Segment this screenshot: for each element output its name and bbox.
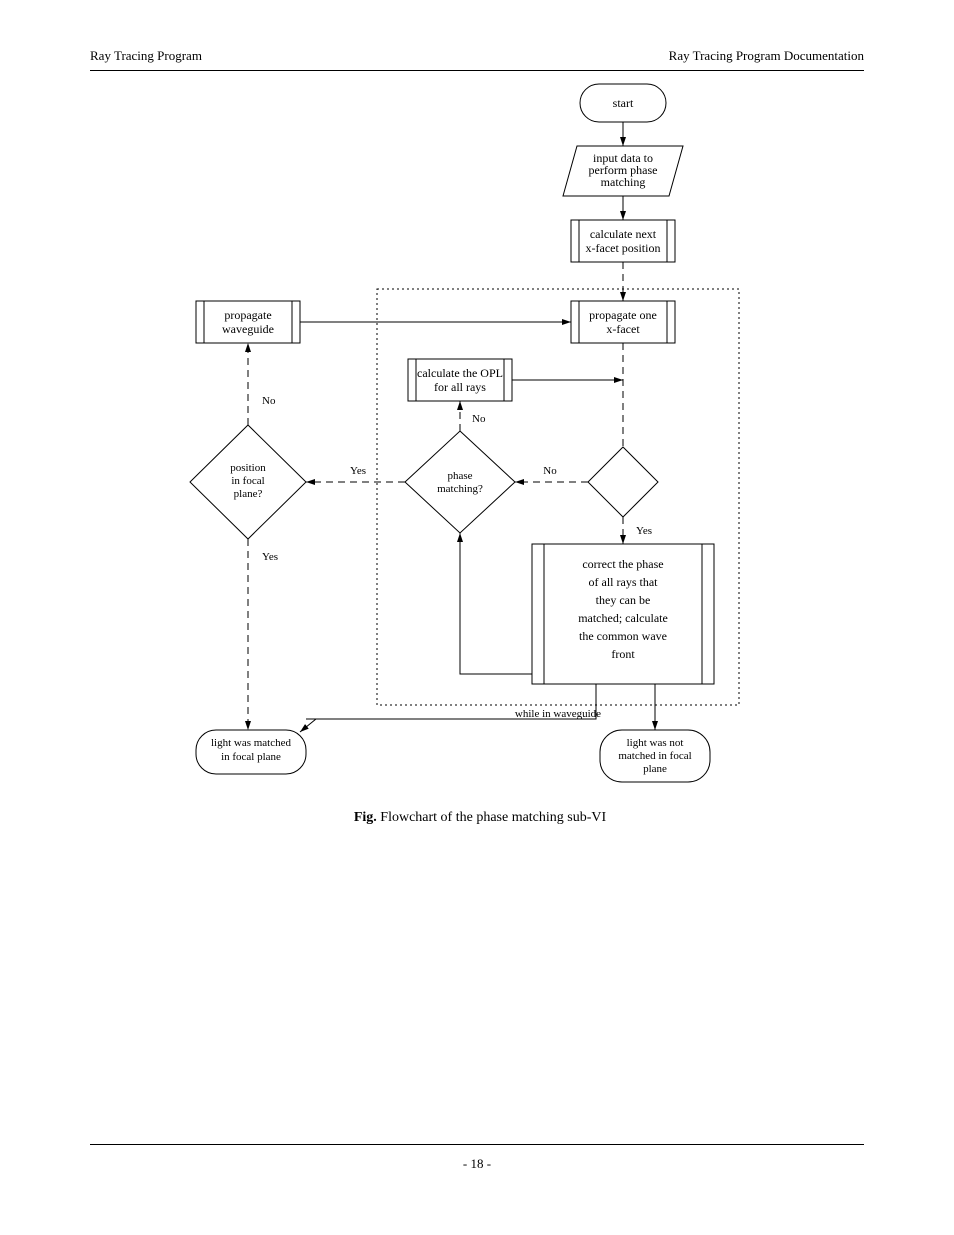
page-number: - 18 - [0, 1156, 954, 1172]
svg-text:propagate one: propagate one [589, 308, 657, 322]
svg-text:for all rays: for all rays [434, 380, 486, 394]
svg-text:calculate next: calculate next [590, 227, 657, 241]
calc-opl-process: calculate the OPL for all rays [408, 359, 512, 401]
svg-text:calculate the OPL: calculate the OPL [417, 366, 503, 380]
svg-text:matched in focal: matched in focal [618, 750, 691, 762]
figure-caption: Fig. Flowchart of the phase matching sub… [320, 808, 640, 828]
rule-top [90, 70, 864, 71]
terminator-matched: light was matched in focal plane [196, 730, 306, 774]
terminator-not-matched: light was not matched in focal plane [600, 730, 710, 782]
svg-text:in focal plane: in focal plane [221, 751, 281, 763]
svg-text:light was not: light was not [627, 737, 684, 749]
header-right: Ray Tracing Program Documentation [669, 48, 864, 64]
caption-label: Fig. [354, 810, 377, 825]
prop-wg-process: propagate waveguide [196, 301, 300, 343]
svg-text:of all rays that: of all rays that [589, 575, 659, 589]
diamond-focal-plane: position in focal plane? [190, 425, 306, 539]
calc-facet-process: calculate next x-facet position [571, 220, 675, 262]
flowchart: while in waveguide start input data to p… [110, 84, 844, 800]
rule-bottom [90, 1144, 864, 1145]
diamond-right [588, 447, 658, 517]
svg-text:x-facet: x-facet [606, 322, 640, 336]
svg-text:x-facet position: x-facet position [586, 241, 661, 255]
start-terminator: start [580, 84, 666, 122]
header-left: Ray Tracing Program [90, 48, 202, 64]
yes-label-left-down: Yes [262, 551, 278, 563]
correct-phase-process: correct the phase of all rays that they … [532, 544, 714, 684]
yes-label-right-down: Yes [636, 525, 652, 537]
svg-text:waveguide: waveguide [222, 322, 274, 336]
no-label-mid-up: No [472, 413, 486, 425]
svg-text:they can be: they can be [596, 593, 651, 607]
svg-text:in focal: in focal [231, 475, 264, 487]
dotted-region-label: while in waveguide [515, 708, 601, 720]
svg-text:the common wave: the common wave [579, 629, 667, 643]
svg-text:plane: plane [643, 763, 667, 775]
svg-text:phase: phase [447, 470, 472, 482]
input-parallelogram: input data to perform phase matching [563, 146, 683, 196]
prop-facet-process: propagate one x-facet [571, 301, 675, 343]
svg-text:correct the phase: correct the phase [582, 557, 663, 571]
no-label-right-to-mid: No [543, 465, 557, 477]
svg-text:propagate: propagate [224, 308, 271, 322]
no-label-left-up: No [262, 395, 276, 407]
svg-text:start: start [613, 96, 634, 110]
svg-text:front: front [611, 647, 635, 661]
svg-text:light was matched: light was matched [211, 737, 292, 749]
svg-text:matched; calculate: matched; calculate [578, 611, 668, 625]
svg-text:matching?: matching? [437, 483, 483, 495]
svg-text:matching: matching [601, 175, 646, 189]
caption-text: Flowchart of the phase matching sub-VI [377, 810, 606, 825]
svg-text:plane?: plane? [234, 488, 263, 500]
svg-text:position: position [230, 462, 266, 474]
yes-label-mid-to-left: Yes [350, 465, 366, 477]
diamond-phase-matching: phase matching? [405, 431, 515, 533]
